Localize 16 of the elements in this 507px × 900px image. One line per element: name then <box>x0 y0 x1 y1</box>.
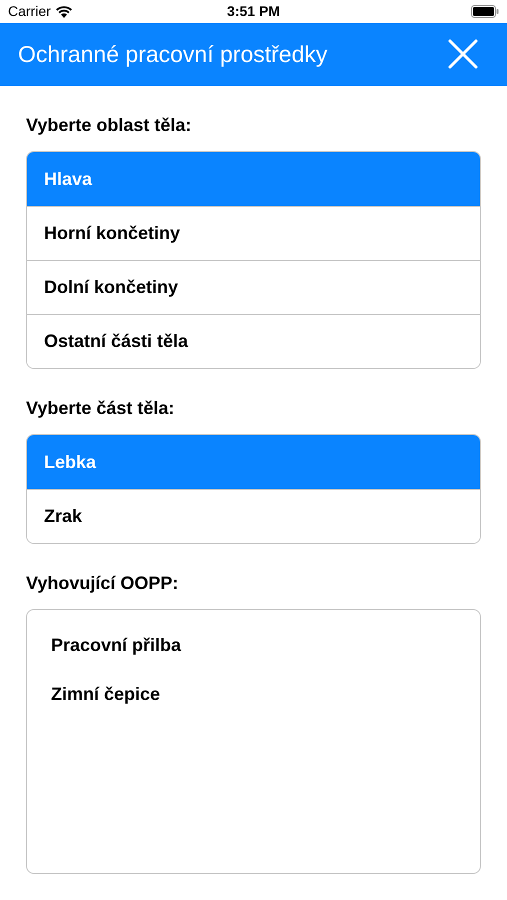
carrier-name: Carrier <box>8 2 51 21</box>
close-icon <box>448 39 478 70</box>
section-label: Vyberte část těla: <box>26 397 176 420</box>
header-title: Ochranné pracovní prostředky <box>18 40 328 70</box>
option-item[interactable]: Hlava <box>27 152 480 206</box>
wifi-icon <box>54 4 73 18</box>
close-button[interactable] <box>447 38 479 70</box>
result-item: Zimní čepice <box>51 683 162 706</box>
option-item[interactable]: Zrak <box>27 489 480 543</box>
section-label: Vyhovující OOPP: <box>26 572 180 595</box>
result-item: Pracovní přilba <box>51 634 182 657</box>
status-time: 3:51 PM <box>227 2 280 21</box>
option-item[interactable]: Lebka <box>27 435 480 489</box>
option-item[interactable]: Ostatní části těla <box>27 314 480 368</box>
section-label: Vyberte oblast těla: <box>26 114 192 137</box>
battery-icon <box>470 4 499 18</box>
